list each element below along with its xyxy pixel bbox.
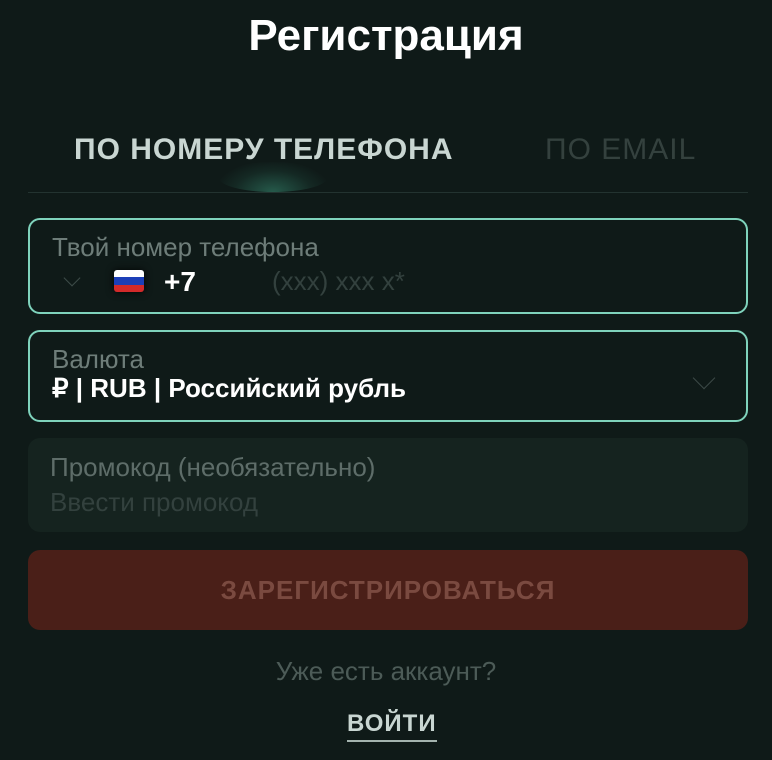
chevron-down-icon[interactable] (692, 366, 716, 390)
register-button[interactable]: ЗАРЕГИСТРИРОВАТЬСЯ (28, 550, 748, 630)
chevron-down-icon[interactable] (63, 269, 81, 287)
phone-field-label: Твой номер телефона (52, 232, 319, 262)
phone-input[interactable] (262, 264, 712, 298)
promo-input[interactable] (50, 486, 710, 518)
login-link[interactable]: ВОЙТИ (347, 710, 437, 742)
promo-field-label: Промокод (необязательно) (50, 452, 376, 482)
active-tab-indicator (218, 162, 328, 192)
page-title: Регистрация (248, 11, 524, 60)
have-account-text: Уже есть аккаунт? (275, 656, 497, 686)
russia-flag-icon[interactable] (114, 270, 144, 292)
promo-field[interactable]: Промокод (необязательно) (28, 438, 748, 532)
currency-select[interactable]: Валюта ₽ | RUB | Российский рубль (28, 330, 748, 422)
currency-selected-value: ₽ | RUB | Российский рубль (52, 373, 407, 403)
country-code: +7 (164, 266, 196, 297)
registration-tabs: ПО НОМЕРУ ТЕЛЕФОНА ПО EMAIL (28, 118, 748, 193)
currency-field-label: Валюта (52, 344, 144, 374)
tab-email[interactable]: ПО EMAIL (545, 132, 696, 168)
phone-field[interactable]: Твой номер телефона +7 (28, 218, 748, 314)
